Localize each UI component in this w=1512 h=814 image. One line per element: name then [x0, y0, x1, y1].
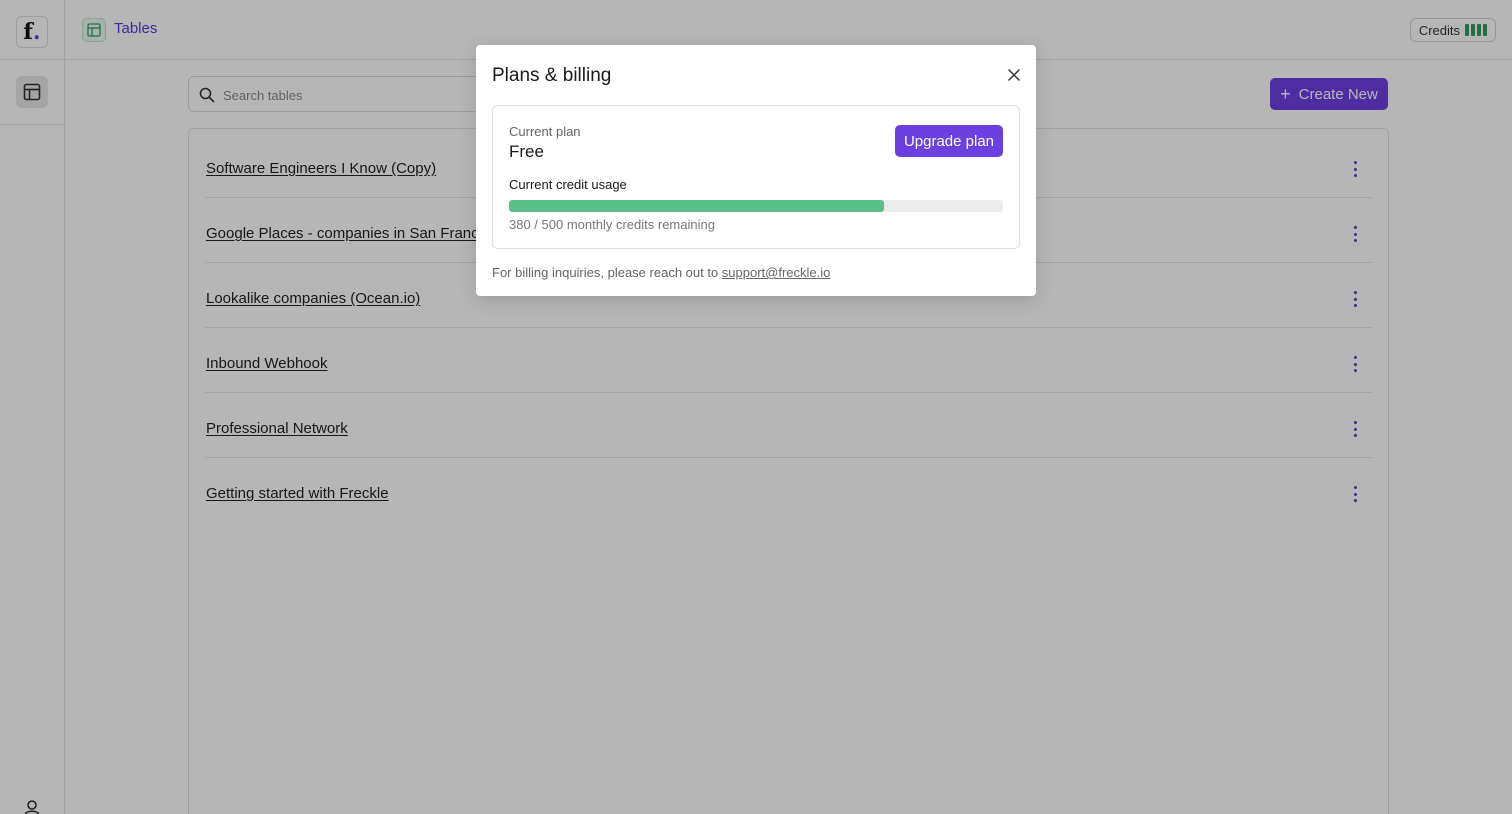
support-email-link[interactable]: support@freckle.io [722, 265, 831, 280]
current-plan-label: Current plan [509, 124, 581, 139]
credit-usage-fill [509, 200, 885, 212]
credit-usage-label: Current credit usage [509, 177, 627, 192]
upgrade-plan-button[interactable]: Upgrade plan [895, 125, 1003, 157]
billing-modal: Plans & billing Current plan Free Upgrad… [476, 45, 1036, 296]
plan-name: Free [509, 142, 544, 161]
credit-usage-text: 380 / 500 monthly credits remaining [509, 217, 715, 232]
plan-card: Current plan Free Upgrade plan Current c… [492, 105, 1020, 249]
billing-note-text: For billing inquiries, please reach out … [492, 265, 722, 280]
billing-note: For billing inquiries, please reach out … [492, 265, 830, 280]
modal-title: Plans & billing [492, 65, 612, 86]
close-icon[interactable] [1006, 67, 1022, 83]
credit-usage-bar [509, 200, 1003, 212]
